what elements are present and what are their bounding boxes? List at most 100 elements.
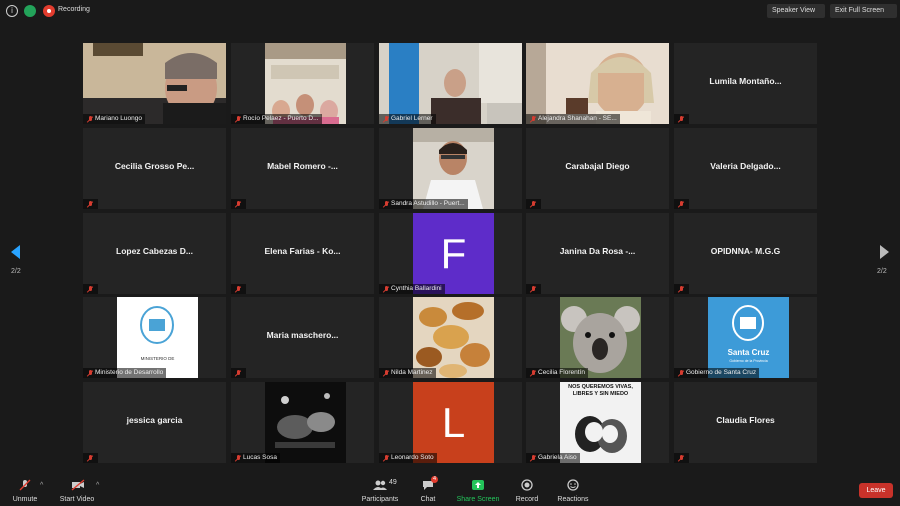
participant-tile[interactable]: Nilda Martinez: [379, 297, 522, 378]
chat-button[interactable]: 4 Chat: [403, 476, 453, 505]
muted-mic-icon: [87, 455, 93, 461]
video-options-caret-icon[interactable]: ^: [96, 482, 99, 489]
participant-display-name: Cecilia Grosso Pe...: [114, 161, 195, 171]
leave-button[interactable]: Leave: [859, 483, 893, 498]
participant-tile[interactable]: NOS QUEREMOS VIVAS, LIBRES Y SIN MIEDO G…: [526, 382, 669, 463]
participant-name-label: [83, 199, 98, 209]
video-feed: [265, 382, 346, 463]
participant-tile[interactable]: Mariano Luongo: [83, 43, 226, 124]
next-page-arrow-icon[interactable]: [880, 245, 889, 259]
speaker-view-button[interactable]: Speaker View: [767, 4, 825, 18]
ministerio-logo: [117, 297, 198, 378]
participant-tile[interactable]: MINISTERIO DE Ministerio de Desarrollo: [83, 297, 226, 378]
participant-name-label: Gobierno de Santa Cruz: [674, 368, 760, 378]
muted-mic-icon: [678, 201, 684, 207]
meeting-toolbar: Unmute ^ Start Video ^ 49 Participants 4…: [0, 472, 900, 506]
muted-mic-icon: [530, 286, 536, 292]
participant-display-name: Lopez Cabezas D...: [116, 246, 193, 256]
participant-display-name: Maria maschero...: [266, 330, 339, 340]
share-screen-icon: [472, 480, 484, 490]
share-screen-button[interactable]: Share Screen: [453, 477, 503, 505]
participant-name-label: [674, 199, 689, 209]
ministerio-logo-text: MINISTERIO DE: [140, 356, 175, 361]
muted-mic-icon: [235, 455, 241, 461]
participant-tile[interactable]: Mabel Romero -...: [231, 128, 374, 209]
muted-mic-icon: [235, 201, 241, 207]
recording-label: Recording: [58, 6, 90, 13]
participant-display-name: OPIDNNA- M.G.G: [710, 246, 781, 256]
participant-name-label: Alejandra Shanahan - SE...: [526, 114, 620, 124]
participant-display-name: Lumila Montaño...: [709, 76, 782, 86]
chat-label: Chat: [420, 496, 436, 503]
poster-text: NOS QUEREMOS VIVAS, LIBRES Y SIN MIEDO: [568, 384, 633, 397]
participant-tile[interactable]: F Cynthia Ballardini: [379, 213, 522, 294]
page-indicator-right: 2/2: [877, 268, 887, 275]
participant-name: Rocío Pelaez - Puerto D...: [243, 115, 319, 122]
reactions-button[interactable]: Reactions: [548, 477, 598, 505]
santa-cruz-logo-text: Santa Cruz: [727, 348, 770, 357]
chat-unread-badge: 4: [431, 476, 438, 483]
participant-tile[interactable]: Carabajal Diego: [526, 128, 669, 209]
participant-name-label: Mariano Luongo: [83, 114, 145, 124]
participants-button[interactable]: 49 Participants: [355, 477, 405, 505]
participant-name-label: Sandra Astudillo - Puert...: [379, 199, 468, 209]
muted-mic-icon: [678, 370, 684, 376]
participant-name: Lucas Sosa: [243, 454, 277, 461]
participant-tile[interactable]: Cecilia Florentín: [526, 297, 669, 378]
participant-tile[interactable]: Rocío Pelaez - Puerto D...: [231, 43, 374, 124]
participant-name-label: [231, 199, 246, 209]
participant-name-label: Leonardo Soto: [379, 453, 437, 463]
participant-tile[interactable]: OPIDNNA- M.G.G: [674, 213, 817, 294]
participant-tile[interactable]: Cecilia Grosso Pe...: [83, 128, 226, 209]
participant-tile[interactable]: Valeria Delgado...: [674, 128, 817, 209]
santa-cruz-logo: [708, 297, 789, 378]
participant-tile[interactable]: Alejandra Shanahan - SE...: [526, 43, 669, 124]
participant-display-name: Carabajal Diego: [565, 161, 630, 171]
avatar: F: [413, 213, 494, 294]
participant-tile[interactable]: Maria maschero...: [231, 297, 374, 378]
koala-picture: [560, 297, 641, 378]
participant-tile[interactable]: Lucas Sosa: [231, 382, 374, 463]
participant-name: Ministerio de Desarrollo: [95, 369, 164, 376]
participants-icon: [373, 480, 387, 490]
muted-mic-icon: [383, 116, 389, 122]
start-video-button[interactable]: Start Video: [52, 477, 102, 505]
record-button[interactable]: Record: [502, 477, 552, 505]
participant-name: Leonardo Soto: [391, 454, 434, 461]
participant-tile[interactable]: Claudia Flores: [674, 382, 817, 463]
participants-count: 49: [389, 479, 397, 486]
participant-tile[interactable]: Elena Farias - Ko...: [231, 213, 374, 294]
participant-name-label: [231, 284, 246, 294]
participant-tile[interactable]: L Leonardo Soto: [379, 382, 522, 463]
participant-tile[interactable]: Sandra Astudillo - Puert...: [379, 128, 522, 209]
audio-options-caret-icon[interactable]: ^: [40, 482, 43, 489]
participant-name-label: Cecilia Florentín: [526, 368, 588, 378]
video-feed: [413, 128, 494, 209]
video-feed: [526, 43, 669, 124]
participant-display-name: Elena Farias - Ko...: [264, 246, 341, 256]
participant-tile[interactable]: jessica garcia: [83, 382, 226, 463]
muted-mic-icon: [87, 286, 93, 292]
participant-name: Gobierno de Santa Cruz: [686, 369, 757, 376]
participant-tile[interactable]: Santa Cruz Gobierno de la Provincia Gobi…: [674, 297, 817, 378]
info-icon[interactable]: i: [6, 5, 18, 17]
muted-mic-icon: [530, 455, 536, 461]
participant-name-label: Nilda Martinez: [379, 368, 436, 378]
security-shield-icon[interactable]: [24, 5, 36, 17]
participant-tile[interactable]: Lopez Cabezas D...: [83, 213, 226, 294]
participant-tile[interactable]: Gabriel Lerner: [379, 43, 522, 124]
previous-page-arrow-icon[interactable]: [11, 245, 20, 259]
participant-name: Mariano Luongo: [95, 115, 142, 122]
avatar: L: [413, 382, 494, 463]
participant-tile[interactable]: Lumila Montaño...: [674, 43, 817, 124]
muted-mic-icon: [530, 201, 536, 207]
exit-full-screen-button[interactable]: Exit Full Screen: [830, 4, 897, 18]
muted-mic-icon: [235, 286, 241, 292]
participant-tile[interactable]: Janina Da Rosa -...: [526, 213, 669, 294]
participant-display-name: Claudia Flores: [716, 415, 775, 425]
muted-mic-icon: [87, 201, 93, 207]
muted-mic-icon: [87, 370, 93, 376]
participant-name: Cecilia Florentín: [538, 369, 585, 376]
muted-mic-icon: [235, 116, 241, 122]
exit-full-screen-label: Exit Full Screen: [835, 7, 885, 14]
